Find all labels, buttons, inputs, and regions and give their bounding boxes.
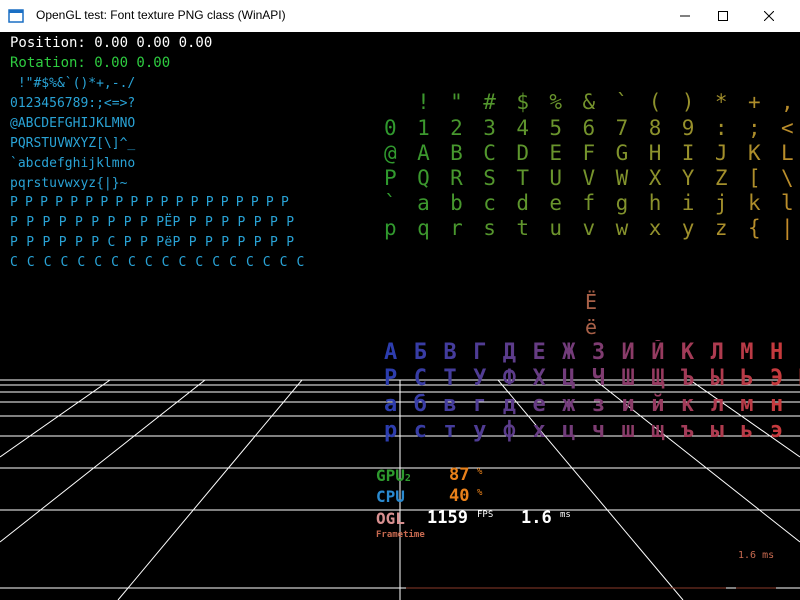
close-button[interactable] (746, 0, 792, 32)
small-font-line: P P P P P P P P P P P P P P P P P P P (10, 195, 289, 210)
gpu-value: 87 (449, 465, 470, 485)
cpu-unit: % (477, 488, 483, 498)
cpu-label: CPU (376, 487, 405, 506)
frametime-value: 1.6 ms (738, 550, 775, 561)
small-font-line: `abcdefghijklmno (10, 156, 136, 171)
fps-unit: FPS (477, 510, 494, 520)
cyrillic-line: а б в г д е ж з и й к л м н о п (384, 392, 800, 417)
gpu-label: GPU2 (376, 466, 411, 485)
cyrillic-lower-yo: ё (585, 315, 598, 339)
gpu-unit: % (477, 467, 483, 477)
grid-line (0, 379, 206, 543)
small-font-line: C C C C C C C C C C C C C C C C C C (10, 255, 305, 270)
window-app-icon (8, 9, 24, 23)
big-font-line: ! " # $ % & ` ( ) * + , - . / (384, 90, 800, 114)
maximize-icon (718, 11, 728, 21)
cyrillic-upper-yo: Ё (585, 290, 598, 314)
fps-value: 1159 (427, 508, 468, 528)
frametime-graph (406, 587, 776, 589)
small-font-line: P P P P P P C P P PёP P P P P P P P (10, 235, 295, 250)
big-font-line: p q r s t u v w x y z { | } ~ (384, 216, 800, 240)
title-bar[interactable]: OpenGL test: Font texture PNG class (Win… (0, 0, 800, 32)
small-font-line: !"#$%&`()*+,-./ (10, 76, 136, 91)
frametime-label: Frametime (376, 530, 425, 540)
big-font-line: @ A B C D E F G H I J K L M N O (384, 141, 800, 165)
small-font-line: PQRSTUVWXYZ[\]^_ (10, 136, 136, 151)
small-font-line: @ABCDEFGHIJKLMNO (10, 116, 136, 131)
rotation-readout: Rotation: 0.00 0.00 (10, 55, 171, 71)
cyrillic-line: р с т у ф х ц ч ш щ ъ ы ь э ю я (384, 418, 800, 443)
big-font-line: 0 1 2 3 4 5 6 7 8 9 : ; < = > ? (384, 116, 800, 140)
cyrillic-line: Р С Т У Ф Х Ц Ч Ш Щ Ъ Ы Ь Э Ю Я (384, 366, 800, 391)
close-icon (764, 11, 774, 21)
minimize-icon (680, 15, 690, 17)
small-font-line: pqrstuvwxyz{|}~ (10, 176, 128, 191)
small-font-line: P P P P P P P P P PЁP P P P P P P P (10, 215, 295, 230)
small-font-line: 0123456789:;<=>? (10, 96, 136, 111)
ogl-label: OGL (376, 509, 405, 528)
opengl-viewport[interactable]: Position: 0.00 0.00 0.00 Rotation: 0.00 … (0, 32, 800, 600)
position-readout: Position: 0.00 0.00 0.00 (10, 35, 213, 51)
big-font-line: P Q R S T U V W X Y Z [ \ ] ^ _ (384, 166, 800, 190)
cpu-value: 40 (449, 486, 470, 506)
cyrillic-line: А Б В Г Д Е Ж З И Й К Л М Н О П (384, 340, 800, 365)
maximize-button[interactable] (700, 0, 746, 32)
big-font-line: ` a b c d e f g h i j k l m n o (384, 191, 800, 215)
ms-unit: ms (560, 510, 571, 520)
window-title: OpenGL test: Font texture PNG class (Win… (36, 8, 286, 22)
grid-line (117, 379, 303, 600)
ms-value: 1.6 (521, 508, 552, 528)
